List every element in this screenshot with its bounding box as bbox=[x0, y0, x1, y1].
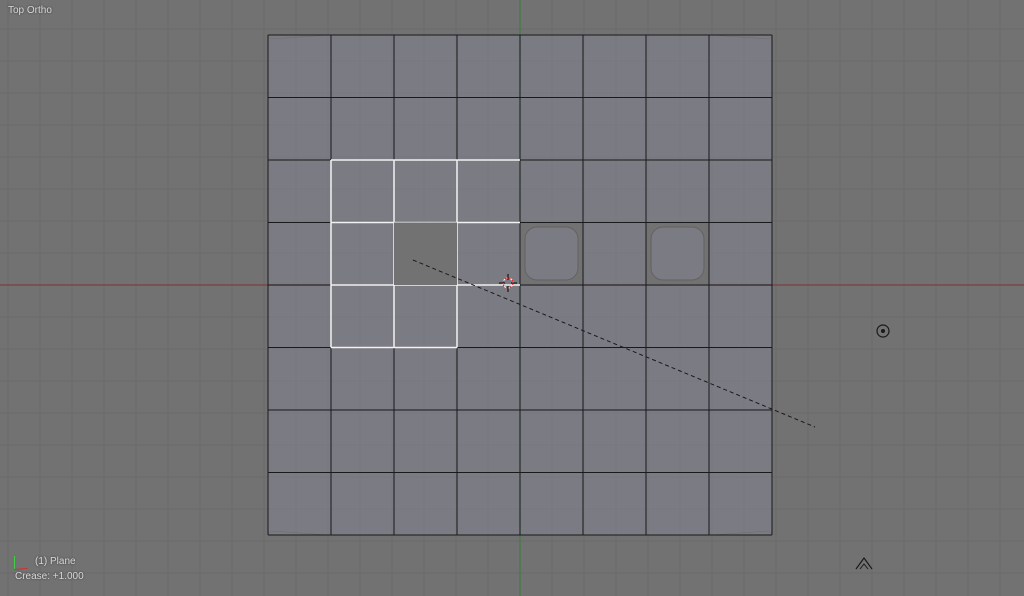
selected-face-hole bbox=[394, 223, 457, 286]
crease-label: Crease: +1.000 bbox=[15, 571, 84, 582]
cursor-3d-icon bbox=[499, 274, 517, 292]
mesh-hole-2 bbox=[646, 223, 709, 286]
axis-x-indicator bbox=[14, 568, 28, 570]
lamp-icon[interactable] bbox=[876, 324, 890, 338]
object-label: (1) Plane bbox=[35, 556, 76, 567]
viewport-grid bbox=[0, 0, 1024, 596]
camera-icon[interactable] bbox=[854, 556, 874, 571]
axis-gizmo bbox=[14, 550, 34, 570]
mesh-hole-1 bbox=[520, 223, 583, 286]
view-label: Top Ortho bbox=[8, 5, 52, 16]
mesh-plane[interactable] bbox=[268, 35, 815, 535]
viewport-3d[interactable]: Top Ortho (1) Plane Crease: +1.000 bbox=[0, 0, 1024, 596]
